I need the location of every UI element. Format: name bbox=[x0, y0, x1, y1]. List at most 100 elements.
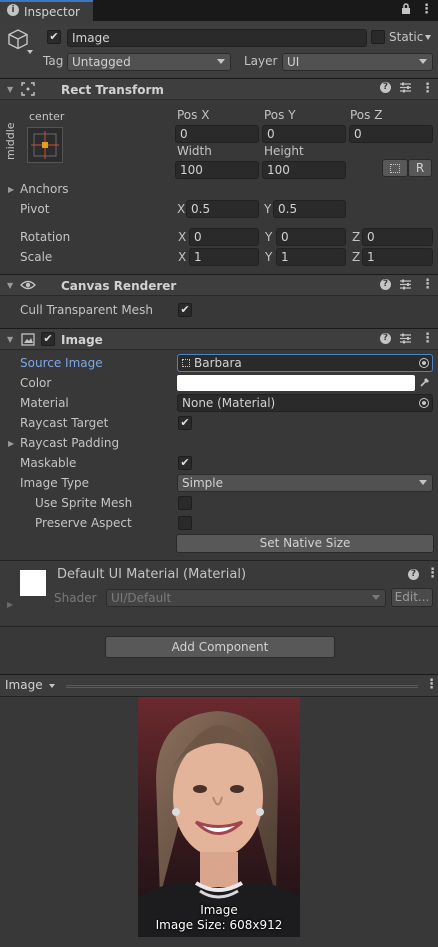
set-native-size-button[interactable]: Set Native Size bbox=[176, 534, 434, 553]
object-picker-icon[interactable] bbox=[419, 358, 429, 368]
tag-label: Tag bbox=[43, 54, 64, 68]
lock-icon[interactable] bbox=[401, 3, 411, 18]
material-label: Material bbox=[20, 396, 69, 410]
pos-z-label: Pos Z bbox=[350, 108, 383, 122]
raycast-padding-label[interactable]: Raycast Padding bbox=[20, 436, 119, 450]
preview-menu-icon[interactable]: ⋮ bbox=[425, 677, 438, 692]
blueprint-icon bbox=[390, 164, 400, 173]
tab-bar: i Inspector ⋮ bbox=[0, 0, 438, 21]
material-foldout-icon[interactable]: ▶ bbox=[7, 600, 13, 609]
preview-area: Image Image Size: 608x912 bbox=[0, 697, 438, 947]
presets-icon[interactable] bbox=[399, 332, 412, 348]
shader-edit-button[interactable]: Edit... bbox=[391, 588, 433, 607]
component-menu-icon[interactable]: ⋮ bbox=[421, 331, 434, 346]
static-checkbox[interactable] bbox=[371, 30, 385, 44]
canvas-renderer-header[interactable]: ▼ Canvas Renderer ? ⋮ bbox=[0, 274, 438, 296]
use-sprite-mesh-checkbox[interactable] bbox=[178, 496, 192, 510]
rotation-z-field[interactable]: 0 bbox=[362, 228, 433, 246]
height-field[interactable]: 100 bbox=[262, 161, 346, 179]
rect-transform-header[interactable]: ▼ Rect Transform ? ⋮ bbox=[0, 78, 438, 100]
tab-inspector[interactable]: i Inspector bbox=[0, 0, 93, 21]
preserve-aspect-checkbox[interactable] bbox=[178, 516, 192, 530]
tag-dropdown[interactable]: Untagged bbox=[67, 53, 231, 71]
pivot-x-axis-label: X bbox=[177, 202, 186, 216]
image-component-icon bbox=[21, 333, 35, 349]
pos-x-label: Pos X bbox=[177, 108, 210, 122]
object-name-field[interactable]: Image bbox=[67, 29, 367, 47]
help-icon[interactable]: ? bbox=[380, 333, 391, 344]
icon-dropdown-caret-icon[interactable] bbox=[27, 50, 33, 54]
eyedropper-icon[interactable] bbox=[419, 376, 431, 391]
preview-title: Image bbox=[5, 678, 43, 692]
pivot-label: Pivot bbox=[20, 202, 50, 216]
cull-transparent-mesh-checkbox[interactable]: ✔ bbox=[178, 303, 192, 317]
layer-dropdown[interactable]: UI bbox=[282, 53, 433, 71]
source-image-label: Source Image bbox=[20, 356, 103, 370]
raycast-padding-foldout-icon[interactable]: ▶ bbox=[8, 439, 14, 448]
source-image-field[interactable]: Barbara bbox=[177, 354, 433, 372]
image-type-label: Image Type bbox=[20, 476, 89, 490]
preview-caption-size: Image Size: 608x912 bbox=[155, 918, 283, 932]
color-swatch[interactable] bbox=[177, 375, 415, 391]
anchor-preset-horizontal-label: center bbox=[29, 110, 65, 123]
anchors-foldout-icon[interactable]: ▶ bbox=[8, 185, 14, 194]
scale-y-field[interactable]: 1 bbox=[276, 248, 346, 266]
maskable-checkbox[interactable]: ✔ bbox=[178, 456, 192, 470]
eye-icon bbox=[20, 278, 36, 295]
blueprint-mode-button[interactable] bbox=[382, 159, 408, 177]
pivot-y-field[interactable]: 0.5 bbox=[273, 200, 346, 218]
component-menu-icon[interactable]: ⋮ bbox=[421, 277, 434, 292]
scale-x-axis-label: X bbox=[178, 250, 187, 264]
rotation-x-field[interactable]: 0 bbox=[189, 228, 259, 246]
more-options-icon[interactable]: ⋮ bbox=[420, 2, 433, 17]
image-component-header[interactable]: ▼ ✔ Image ? ⋮ bbox=[0, 328, 438, 350]
tag-value: Untagged bbox=[72, 55, 131, 69]
presets-icon[interactable] bbox=[399, 81, 412, 97]
object-picker-icon[interactable] bbox=[419, 398, 429, 408]
help-icon[interactable]: ? bbox=[380, 82, 391, 93]
image-enabled-checkbox[interactable]: ✔ bbox=[41, 332, 55, 346]
preview-header: Image ⋮ bbox=[0, 674, 438, 697]
material-field[interactable]: None (Material) bbox=[177, 394, 433, 412]
canvas-renderer-title: Canvas Renderer bbox=[61, 279, 177, 293]
chevron-down-icon bbox=[419, 59, 427, 64]
static-dropdown-caret-icon[interactable] bbox=[425, 35, 431, 40]
scale-z-axis-label: Z bbox=[352, 250, 361, 264]
material-section: ▶ Default UI Material (Material) ? ⋮ Sha… bbox=[0, 561, 438, 625]
anchor-presets-button[interactable] bbox=[27, 127, 63, 163]
raw-edit-button[interactable]: R bbox=[408, 159, 432, 177]
pos-y-label: Pos Y bbox=[264, 108, 296, 122]
pos-y-field[interactable]: 0 bbox=[262, 125, 346, 143]
component-menu-icon[interactable]: ⋮ bbox=[426, 566, 438, 581]
rotation-y-field[interactable]: 0 bbox=[276, 228, 346, 246]
color-label: Color bbox=[20, 376, 52, 390]
height-label: Height bbox=[264, 144, 304, 158]
sprite-icon bbox=[182, 359, 190, 367]
presets-icon[interactable] bbox=[399, 278, 412, 294]
preview-resize-handle[interactable] bbox=[66, 685, 418, 688]
shader-dropdown[interactable]: UI/Default bbox=[106, 589, 386, 607]
use-sprite-mesh-label: Use Sprite Mesh bbox=[35, 496, 133, 510]
rect-transform-title: Rect Transform bbox=[61, 83, 164, 97]
width-field[interactable]: 100 bbox=[175, 161, 259, 179]
add-component-button[interactable]: Add Component bbox=[105, 636, 335, 658]
pivot-x-field[interactable]: 0.5 bbox=[186, 200, 259, 218]
pos-z-field[interactable]: 0 bbox=[349, 125, 433, 143]
active-checkbox[interactable]: ✔ bbox=[47, 30, 61, 44]
preview-title-dropdown[interactable]: Image bbox=[5, 678, 56, 692]
pos-x-field[interactable]: 0 bbox=[175, 125, 259, 143]
help-icon[interactable]: ? bbox=[408, 569, 419, 580]
foldout-arrow-icon: ▼ bbox=[7, 335, 14, 344]
shader-value: UI/Default bbox=[111, 591, 172, 605]
raycast-target-checkbox[interactable]: ✔ bbox=[178, 416, 192, 430]
component-menu-icon[interactable]: ⋮ bbox=[421, 81, 434, 96]
anchors-label[interactable]: Anchors bbox=[20, 182, 69, 196]
scale-x-field[interactable]: 1 bbox=[189, 248, 259, 266]
help-icon[interactable]: ? bbox=[380, 279, 391, 290]
width-label: Width bbox=[177, 144, 212, 158]
image-type-value: Simple bbox=[182, 476, 223, 490]
image-type-dropdown[interactable]: Simple bbox=[177, 474, 433, 492]
scale-z-field[interactable]: 1 bbox=[362, 248, 433, 266]
gameobject-cube-icon bbox=[7, 28, 29, 53]
chevron-down-icon bbox=[49, 683, 56, 688]
